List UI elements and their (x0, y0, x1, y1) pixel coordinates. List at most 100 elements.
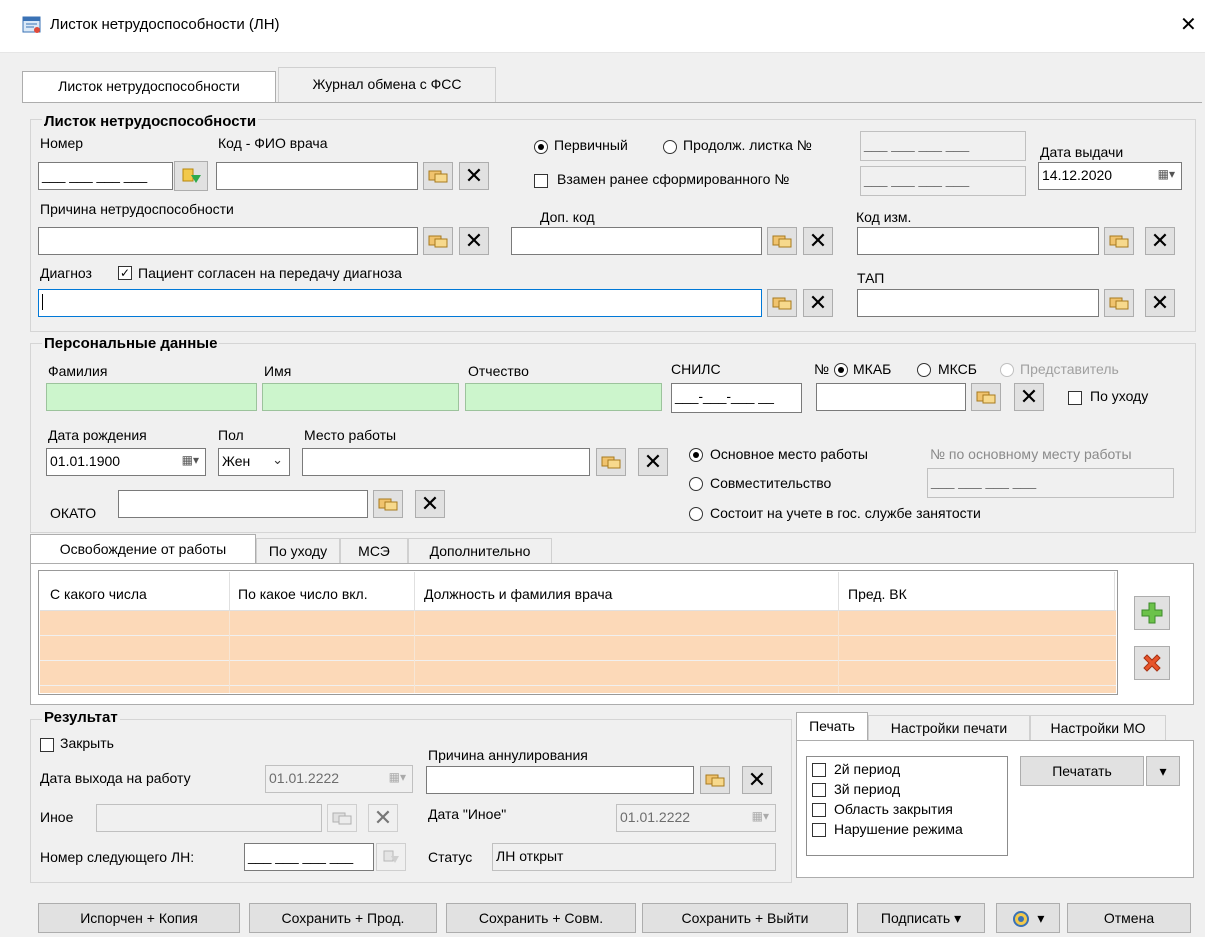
tap-select-button[interactable] (1104, 289, 1134, 317)
main-work-num-field[interactable]: ___ ___ ___ ___ (927, 468, 1174, 498)
number-field[interactable]: ___ ___ ___ ___ (38, 162, 173, 190)
return-date-field[interactable]: 01.01.2222 ▦▾ (265, 765, 413, 793)
workplace-select-button[interactable] (596, 448, 626, 476)
tab-mse[interactable]: МСЭ (340, 538, 408, 564)
snils-field[interactable]: ___-___-___ __ (671, 383, 802, 413)
cancel-reason-select-button[interactable] (700, 766, 730, 794)
col-vk[interactable]: Пред. ВК (848, 586, 907, 602)
mksb-radio[interactable] (917, 363, 931, 377)
main-work-radio[interactable] (689, 448, 703, 462)
card-select-button[interactable] (971, 383, 1001, 411)
mksb-label: МКСБ (938, 361, 977, 377)
other-field[interactable] (96, 804, 322, 832)
change-code-clear-button[interactable]: ✕ (1145, 227, 1175, 255)
employment-radio[interactable] (689, 507, 703, 521)
primary-radio[interactable] (534, 140, 548, 154)
sign-button[interactable]: Подписать ▾ (857, 903, 985, 933)
tab-additional[interactable]: Дополнительно (408, 538, 552, 564)
calendar-dropdown-icon[interactable]: ▦▾ (752, 809, 769, 823)
continuation-number-field[interactable]: ___ ___ ___ ___ (860, 131, 1026, 161)
print-button[interactable]: Печатать (1020, 756, 1144, 786)
lastname-label: Фамилия (48, 363, 108, 379)
doctor-field[interactable] (216, 162, 418, 190)
col-to[interactable]: По какое число вкл. (238, 586, 368, 602)
delete-row-button[interactable] (1134, 646, 1170, 680)
tap-clear-button[interactable]: ✕ (1145, 289, 1175, 317)
tab-mo-settings[interactable]: Настройки МО (1030, 715, 1166, 741)
card-clear-button[interactable]: ✕ (1014, 383, 1044, 411)
calendar-dropdown-icon[interactable]: ▦▾ (389, 770, 406, 784)
tab-fss-exchange[interactable]: Журнал обмена с ФСС (278, 67, 496, 102)
issue-date-field[interactable]: 14.12.2020 ▦▾ (1038, 162, 1182, 190)
diagnosis-clear-button[interactable]: ✕ (803, 289, 833, 317)
care-checkbox[interactable] (1068, 391, 1082, 405)
other-clear-button[interactable]: ✕ (368, 804, 398, 832)
card-number-field[interactable] (816, 383, 966, 411)
print-dropdown-button[interactable]: ▾ (1146, 756, 1180, 786)
okato-field[interactable] (118, 490, 368, 518)
diagnosis-select-button[interactable] (767, 289, 797, 317)
table-row[interactable] (40, 636, 1116, 661)
save-exit-button[interactable]: Сохранить + Выйти (642, 903, 848, 933)
mkab-radio[interactable] (834, 363, 848, 377)
signature-service-button[interactable]: ▾ (996, 903, 1060, 933)
change-code-field[interactable] (857, 227, 1099, 255)
change-code-select-button[interactable] (1104, 227, 1134, 255)
tab-care[interactable]: По уходу (256, 538, 340, 564)
replace-checkbox[interactable] (534, 174, 548, 188)
consent-checkbox[interactable]: ✓ (118, 266, 132, 280)
other-select-button[interactable] (327, 804, 357, 832)
col-doctor[interactable]: Должность и фамилия врача (424, 586, 612, 602)
next-ln-fetch-button[interactable] (376, 843, 406, 871)
tab-print-settings[interactable]: Настройки печати (868, 715, 1030, 741)
extra-code-field[interactable] (511, 227, 762, 255)
reason-field[interactable] (38, 227, 418, 255)
cancel-button[interactable]: Отмена (1067, 903, 1191, 933)
birthdate-field[interactable]: 01.01.1900 ▦▾ (46, 448, 206, 476)
tab-sick-leave[interactable]: Листок нетрудоспособности (22, 71, 276, 102)
cancel-reason-field[interactable] (426, 766, 694, 794)
tab-release[interactable]: Освобождение от работы (30, 534, 256, 564)
table-row[interactable] (40, 661, 1116, 686)
fetch-number-icon (182, 168, 201, 183)
next-ln-field[interactable]: ___ ___ ___ ___ (244, 843, 374, 871)
col-from[interactable]: С какого числа (50, 586, 147, 602)
extra-code-select-button[interactable] (767, 227, 797, 255)
extra-code-clear-button[interactable]: ✕ (803, 227, 833, 255)
lastname-field[interactable] (46, 383, 257, 411)
tab-print[interactable]: Печать (796, 712, 868, 741)
reason-select-button[interactable] (423, 227, 453, 255)
okato-clear-button[interactable]: ✕ (415, 490, 445, 518)
add-row-button[interactable] (1134, 596, 1170, 630)
calendar-dropdown-icon[interactable]: ▦▾ (182, 453, 199, 467)
option-2nd-period-checkbox[interactable] (812, 763, 826, 777)
calendar-dropdown-icon[interactable]: ▦▾ (1158, 167, 1175, 181)
save-continue-button[interactable]: Сохранить + Прод. (249, 903, 437, 933)
continuation-radio[interactable] (663, 140, 677, 154)
close-icon[interactable]: ✕ (1180, 12, 1197, 37)
close-checkbox[interactable] (40, 738, 54, 752)
reason-clear-button[interactable]: ✕ (459, 227, 489, 255)
patronymic-field[interactable] (465, 383, 662, 411)
okato-select-button[interactable] (373, 490, 403, 518)
diagnosis-field[interactable] (38, 289, 762, 317)
option-violation-checkbox[interactable] (812, 823, 826, 837)
save-combined-button[interactable]: Сохранить + Совм. (446, 903, 636, 933)
option-closing-area-checkbox[interactable] (812, 803, 826, 817)
cancel-reason-clear-button[interactable]: ✕ (742, 766, 772, 794)
option-3rd-period-checkbox[interactable] (812, 783, 826, 797)
sex-select[interactable]: Жен ⌄ (218, 448, 290, 476)
representative-radio[interactable] (1000, 363, 1014, 377)
spoiled-copy-button[interactable]: Испорчен + Копия (38, 903, 240, 933)
other-date-field[interactable]: 01.01.2222 ▦▾ (616, 804, 776, 832)
firstname-field[interactable] (262, 383, 459, 411)
replace-number-field[interactable]: ___ ___ ___ ___ (860, 166, 1026, 196)
get-number-button[interactable] (174, 161, 208, 191)
tap-field[interactable] (857, 289, 1099, 317)
doctor-clear-button[interactable]: ✕ (459, 162, 489, 190)
workplace-clear-button[interactable]: ✕ (638, 448, 668, 476)
workplace-field[interactable] (302, 448, 590, 476)
part-time-radio[interactable] (689, 477, 703, 491)
doctor-select-button[interactable] (423, 162, 453, 190)
table-row[interactable] (40, 611, 1116, 636)
